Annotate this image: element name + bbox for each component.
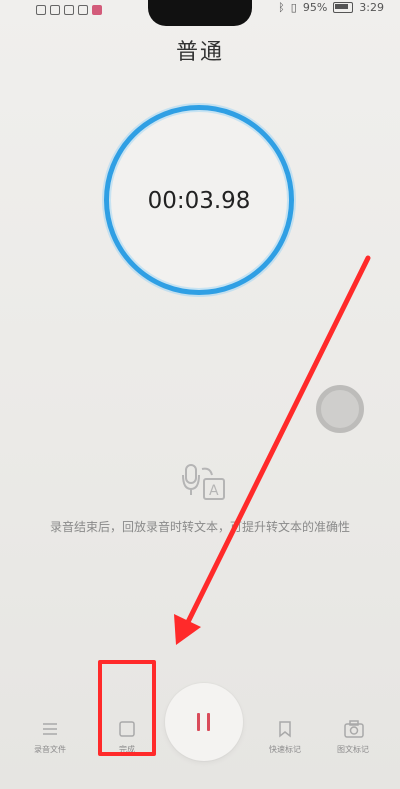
floating-assistive-button[interactable] <box>316 385 364 433</box>
photo-mark-label: 图文标记 <box>337 745 369 754</box>
pause-icon-bar <box>207 713 210 731</box>
camera-notch <box>148 0 252 26</box>
recorder-screen: ᛒ ▯ 95% 3:29 普通 00:03.98 A 录音结束后，回放录音时转文… <box>0 0 400 789</box>
recording-timer: 00:03.98 <box>147 188 251 214</box>
status-icons-left <box>36 3 102 17</box>
mic-translate-icon: A <box>182 464 225 500</box>
svg-text:A: A <box>209 483 219 499</box>
shield-icon <box>64 5 74 15</box>
recording-mode-title[interactable]: 普通 <box>0 34 400 66</box>
bookmark-icon <box>276 720 294 738</box>
clock: 3:29 <box>359 1 384 14</box>
highlight-box <box>98 660 156 756</box>
app-notification-icon <box>92 5 102 15</box>
recordings-label: 录音文件 <box>34 745 66 754</box>
bluetooth-icon: ᛒ <box>278 1 285 14</box>
message-icon <box>78 5 88 15</box>
recordings-button[interactable]: 录音文件 <box>15 720 85 755</box>
quick-mark-label: 快速标记 <box>269 745 301 754</box>
battery-percent: 95% <box>302 1 328 14</box>
status-bar: ᛒ ▯ 95% 3:29 <box>0 0 400 26</box>
wifi-icon <box>50 5 60 15</box>
pause-button[interactable] <box>165 683 243 761</box>
status-icons-right: ᛒ ▯ 95% 3:29 <box>278 1 384 14</box>
list-icon <box>41 720 59 738</box>
battery-icon <box>333 2 354 13</box>
camera-icon <box>344 720 364 738</box>
vibrate-icon: ▯ <box>290 1 297 14</box>
sim-icon <box>36 5 46 15</box>
pause-icon <box>197 713 200 731</box>
transcribe-hint: 录音结束后，回放录音时转文本，可提升转文本的准确性 <box>49 520 350 534</box>
photo-mark-button[interactable]: 图文标记 <box>318 720 388 755</box>
quick-mark-button[interactable]: 快速标记 <box>250 720 320 755</box>
